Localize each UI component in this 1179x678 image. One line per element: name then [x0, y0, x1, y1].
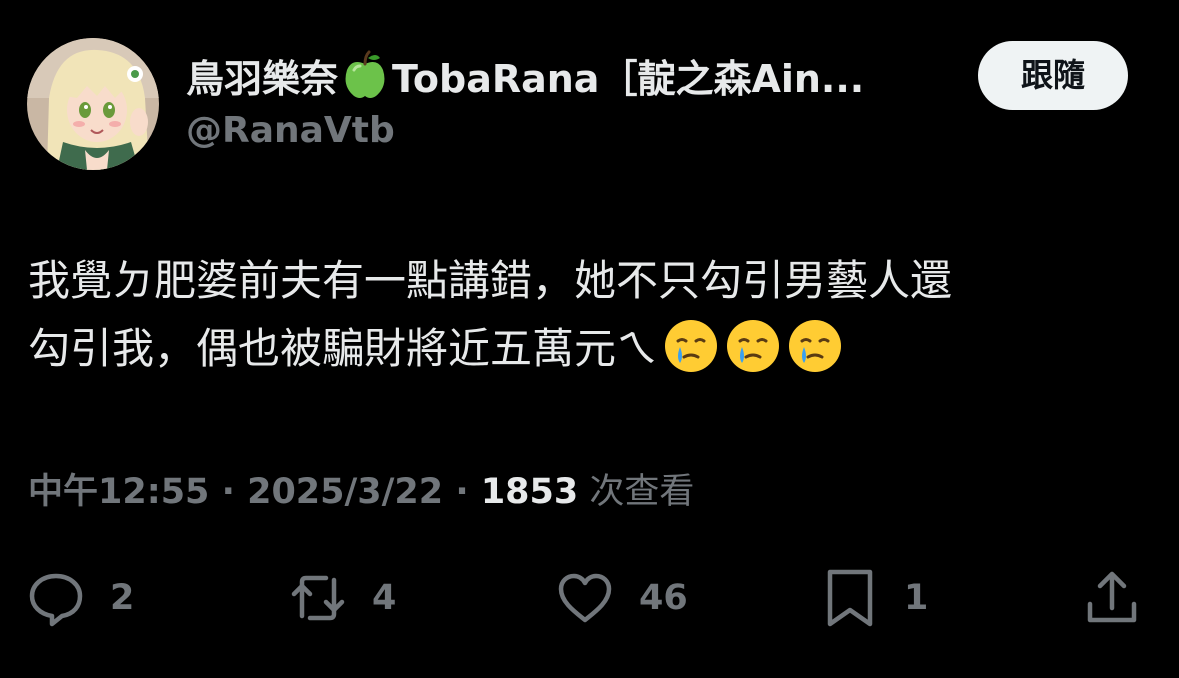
- share-icon: [1087, 571, 1137, 623]
- face-holding-back-tears-emoji-icon: [786, 317, 844, 375]
- green-apple-emoji-icon: [342, 50, 388, 100]
- reply-count: 2: [110, 578, 135, 618]
- tweet-text-line-2-text: 勾引我，偶也被騙財將近五萬元ㄟ: [28, 324, 659, 373]
- tweet-text-line-1: 我覺ㄉ肥婆前夫有一點講錯，她不只勾引男藝人還: [28, 256, 953, 305]
- heart-icon: [558, 573, 612, 623]
- follow-button[interactable]: 跟隨: [978, 41, 1128, 110]
- retweet-button[interactable]: 4: [288, 568, 396, 628]
- retweet-icon: [291, 575, 345, 621]
- tweet-text-line-2: 勾引我，偶也被騙財將近五萬元ㄟ: [28, 315, 1158, 383]
- reply-button[interactable]: 2: [26, 568, 134, 628]
- like-count: 46: [639, 578, 688, 618]
- bookmark-button[interactable]: 1: [820, 568, 928, 628]
- tweet-date[interactable]: 2025/3/22: [247, 472, 443, 512]
- views-count: 1853: [480, 472, 579, 512]
- author-avatar[interactable]: [27, 38, 159, 170]
- meta-separator: ·: [209, 472, 248, 512]
- anime-avatar-icon: [27, 38, 159, 170]
- face-holding-back-tears-emoji-icon: [724, 317, 782, 375]
- author-name-prefix: 鳥羽樂奈: [186, 57, 339, 101]
- author-handle[interactable]: @RanaVtb: [186, 108, 395, 154]
- author-name-suffix: TobaRana［靛之森Ain...: [392, 57, 865, 101]
- views-label: 次查看: [578, 472, 695, 512]
- author-display-name[interactable]: 鳥羽樂奈 TobaRana［靛之森Ain...: [186, 50, 946, 106]
- face-holding-back-tears-emoji-icon: [662, 317, 720, 375]
- bookmark-icon: [827, 569, 873, 627]
- reply-icon: [29, 573, 83, 627]
- meta-separator: ·: [443, 472, 481, 512]
- tweet-text: 我覺ㄉ肥婆前夫有一點講錯，她不只勾引男藝人還 勾引我，偶也被騙財將近五萬元ㄟ: [28, 247, 1158, 383]
- tweet-meta: 中午12:55 · 2025/3/22 · 1853 次查看: [28, 466, 694, 518]
- bookmark-count: 1: [904, 578, 929, 618]
- share-button[interactable]: [1082, 568, 1142, 628]
- tweet-time[interactable]: 中午12:55: [28, 472, 209, 512]
- like-button[interactable]: 46: [555, 568, 688, 628]
- retweet-count: 4: [372, 578, 397, 618]
